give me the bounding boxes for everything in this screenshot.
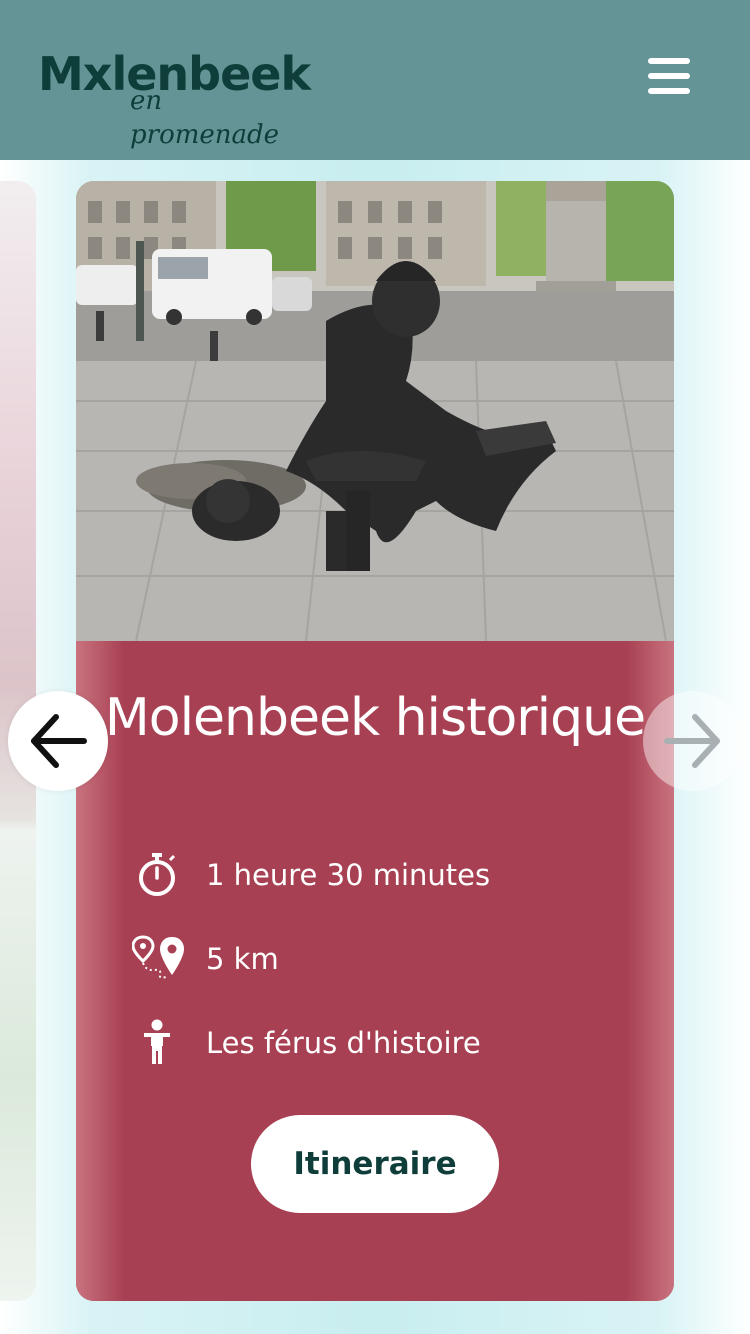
stopwatch-icon [132,851,190,899]
distance-text: 5 km [206,942,279,976]
route-pin-icon [131,935,190,983]
walk-card-body: Molenbeek historique 1 heure 30 minutes [76,641,674,1301]
person-icon [132,1019,190,1067]
itinerary-button[interactable]: Itineraire [251,1115,499,1213]
walk-title: Molenbeek historique [104,688,646,748]
statue-photo-illustration [76,181,674,642]
arrow-right-icon[interactable] [643,691,743,791]
walk-card: Molenbeek historique 1 heure 30 minutes [76,181,674,1301]
logo-sub-text: en promenade [130,86,280,150]
logo[interactable]: Mxlenbeek en promenade [38,46,311,150]
hamburger-menu-icon[interactable] [640,50,700,102]
arrow-left-icon[interactable] [8,691,108,791]
distance-row: 5 km [131,935,612,983]
header-bar: Mxlenbeek en promenade [0,0,750,160]
audience-row: Les férus d'histoire [132,1019,612,1067]
duration-text: 1 heure 30 minutes [206,858,491,892]
walk-photo [76,181,674,642]
duration-row: 1 heure 30 minutes [132,851,612,899]
audience-text: Les férus d'histoire [206,1026,481,1060]
